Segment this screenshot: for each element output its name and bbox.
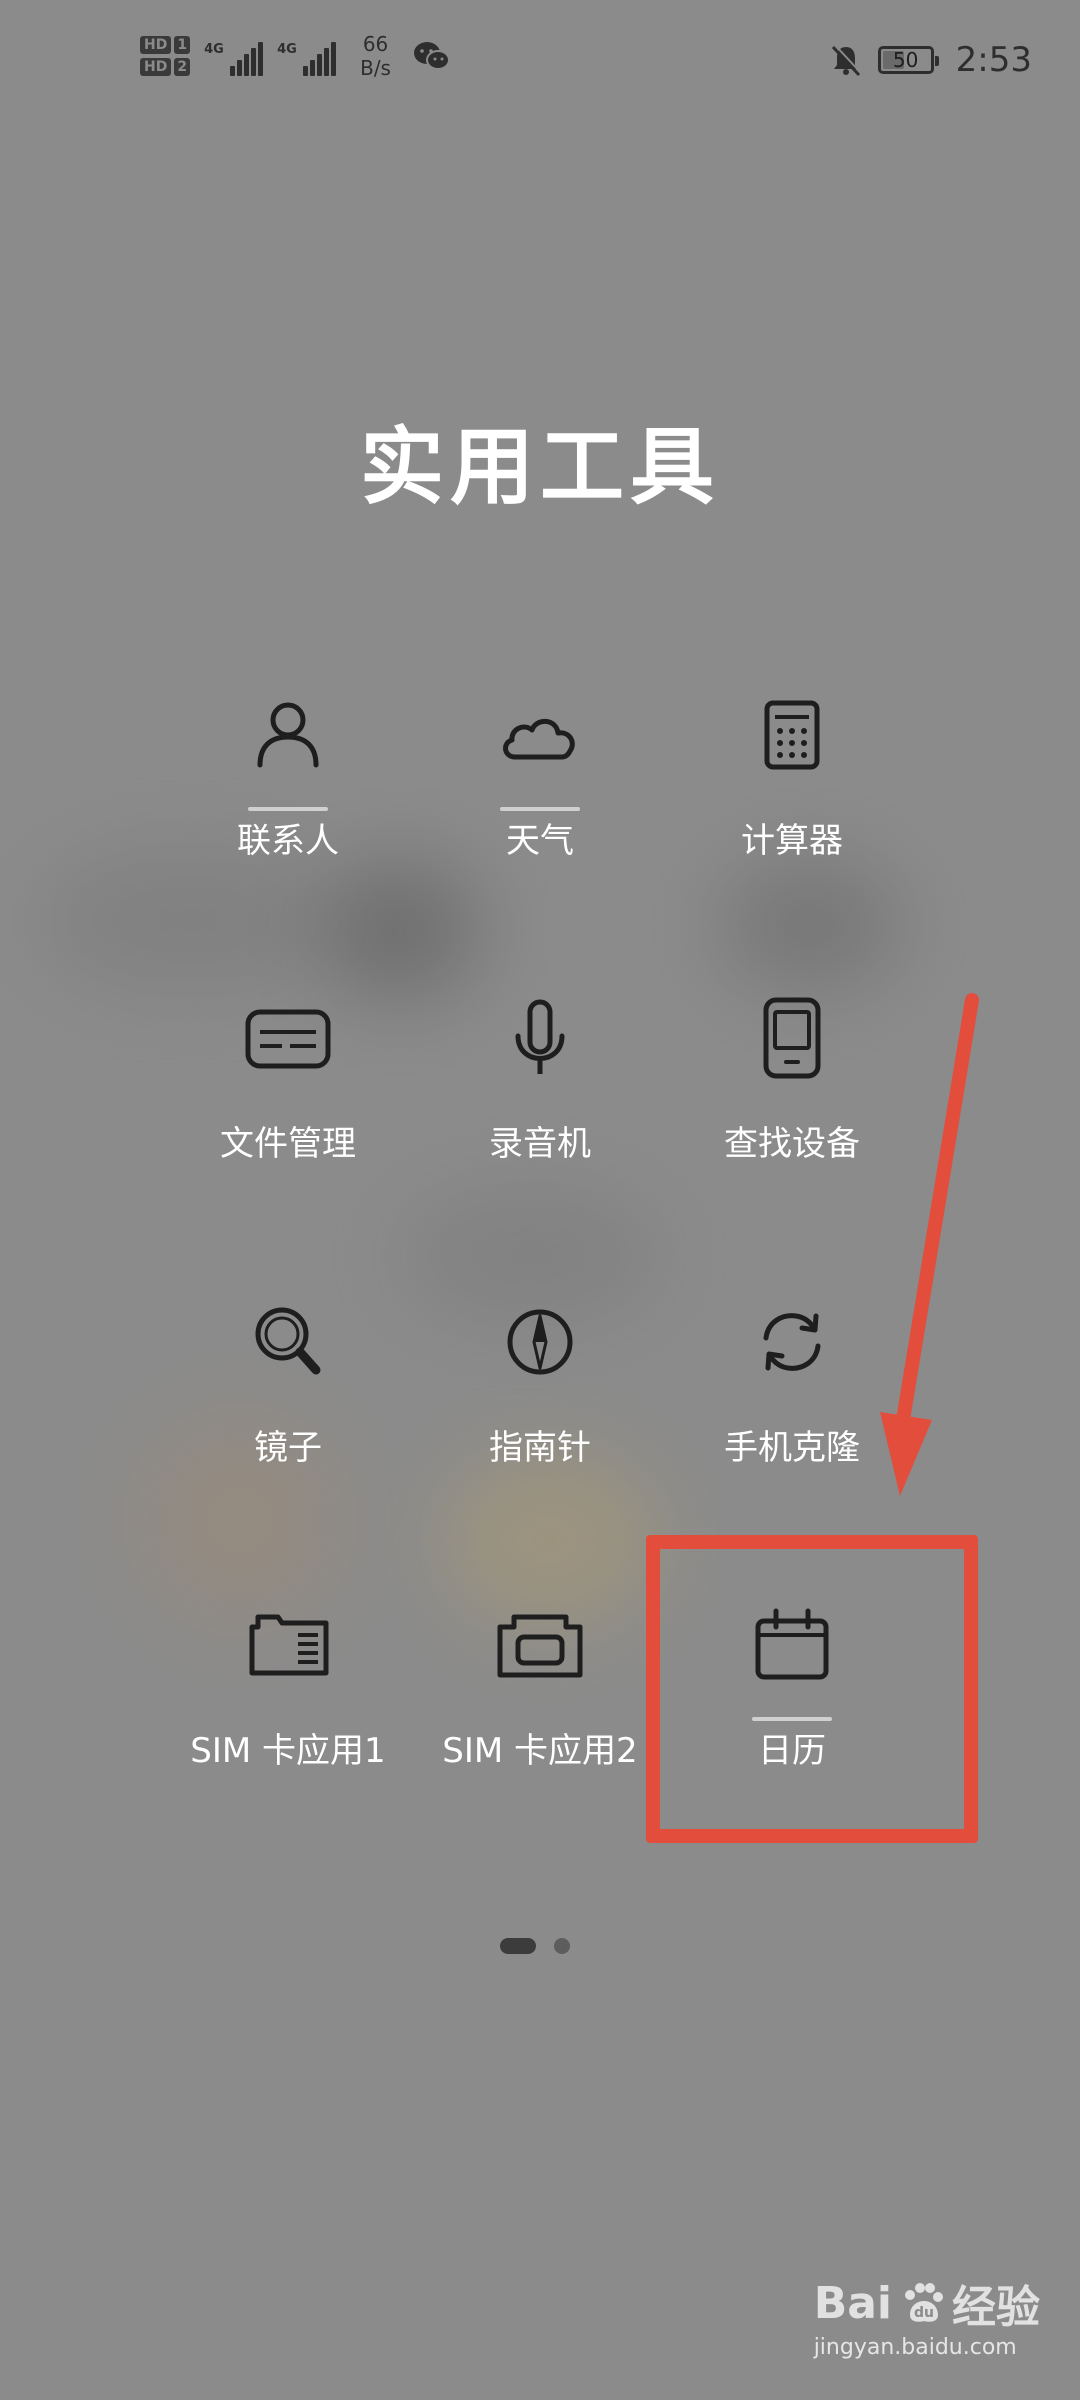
sim-card-2-icon [497,1614,583,1678]
battery-percentage: 50 [892,48,919,72]
phone-clone-icon [763,1313,821,1371]
svg-text:du: du [914,2305,934,2321]
battery-icon: 50 [877,46,939,74]
magnifier-mirror-icon [255,1307,321,1375]
network-type: 4G [277,42,297,57]
app-phone-clone[interactable]: 手机克隆 [666,1292,918,1532]
clock: 2:53 [955,40,1032,80]
signal-strength-icon: 4G [277,36,337,76]
app-file-manager[interactable]: 文件管理 [162,988,414,1228]
app-sim-card-2[interactable]: SIM 卡应用2 [414,1595,666,1835]
page-dot[interactable] [554,1938,570,1954]
microphone-icon [515,999,565,1074]
highlight-box [646,1535,978,1843]
find-device-icon [763,997,821,1079]
app-weather[interactable]: 天气 [414,685,666,925]
mute-bell-icon [831,44,862,77]
app-label: 天气 [506,821,574,861]
app-label: 联系人 [237,821,339,861]
logo-text: Bai [813,2277,892,2329]
sim-card-icon [249,1614,329,1676]
calculator-icon [764,700,820,770]
logo-text-2: 经验 [952,2282,1040,2333]
status-right: 50 2:53 [828,40,1032,80]
baidu-jingyan-logo: Bai du 经验 [814,2271,1040,2335]
network-type: 4G [204,42,224,57]
app-label: 指南针 [489,1428,591,1468]
app-label: SIM 卡应用1 [190,1731,386,1771]
app-label: 查找设备 [724,1124,860,1164]
sim-slot-number: 2 [174,58,191,76]
app-sim-card-1[interactable]: SIM 卡应用1 [162,1595,414,1835]
app-label: 计算器 [741,821,843,861]
page-dot-active[interactable] [500,1938,536,1954]
app-recorder[interactable]: 录音机 [414,988,666,1228]
hd-indicators: HD 1 HD 2 [140,36,191,76]
network-speed: 66 B/s [360,32,391,80]
app-label: 手机克隆 [724,1428,860,1468]
network-speed-value: 66 [362,32,389,56]
hd-badge: HD [140,58,172,76]
page-indicator [500,1938,570,1954]
hd-indicator-1: HD 1 [140,36,191,54]
app-mirror[interactable]: 镜子 [162,1292,414,1532]
app-label: 文件管理 [220,1124,356,1164]
hd-indicator-2: HD 2 [140,58,191,76]
signal-strength-icon: 4G [204,36,264,76]
cloud-icon [503,718,575,760]
app-contacts[interactable]: 联系人 [162,685,414,925]
watermark-url: jingyan.baidu.com [813,2335,1017,2360]
new-app-underline [500,807,580,811]
app-find-device[interactable]: 查找设备 [666,988,918,1228]
file-manager-icon [245,1009,331,1069]
hd-badge: HD [140,36,172,54]
app-label: 录音机 [489,1124,591,1164]
person-icon [257,702,319,768]
status-bar: HD 1 HD 2 4G 4G 66 B/s 50 2:53 [0,0,1080,120]
status-left: HD 1 HD 2 4G 4G 66 B/s [140,32,451,80]
new-app-underline [248,807,328,811]
wechat-icon [413,42,450,70]
app-calculator[interactable]: 计算器 [666,685,918,925]
app-label: SIM 卡应用2 [442,1731,638,1771]
app-label: 镜子 [254,1428,322,1468]
app-compass[interactable]: 指南针 [414,1292,666,1532]
compass-icon [507,1309,573,1375]
sim-slot-number: 1 [174,36,191,54]
paw-icon: du [905,2283,943,2322]
network-speed-unit: B/s [360,56,391,80]
folder-title: 实用工具 [359,418,720,516]
watermark: Bai du 经验 jingyan.baidu.com [813,2271,1040,2361]
